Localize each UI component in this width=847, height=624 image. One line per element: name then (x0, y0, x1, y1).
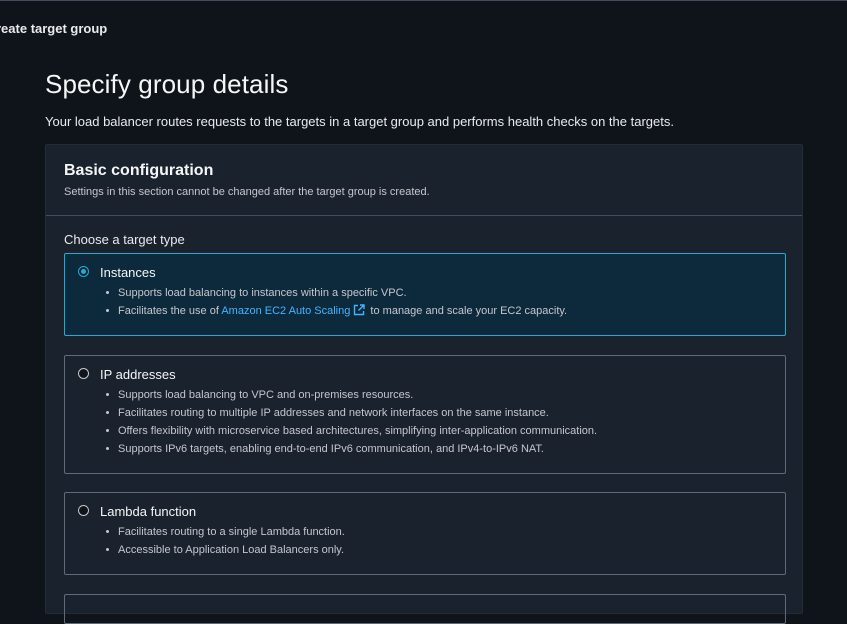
option-bullets-instances: Supports load balancing to instances wit… (100, 286, 567, 322)
breadcrumb: reate target group (0, 21, 108, 36)
top-divider (0, 0, 847, 1)
list-item: Supports load balancing to instances wit… (100, 286, 567, 304)
ec2-auto-scaling-link-label: Amazon EC2 Auto Scaling (221, 305, 351, 317)
target-type-option-ip-addresses[interactable]: IP addresses Supports load balancing to … (64, 355, 786, 474)
panel-subtitle: Settings in this section cannot be chang… (64, 186, 430, 198)
list-item: Supports load balancing to VPC and on-pr… (100, 388, 597, 406)
target-type-option-partial[interactable] (64, 594, 786, 624)
panel-header: Basic configuration Settings in this sec… (46, 145, 802, 216)
page-title: Specify group details (45, 69, 289, 99)
list-item: Accessible to Application Load Balancers… (100, 543, 345, 561)
option-title-ip-addresses: IP addresses (100, 367, 176, 382)
bullet-prefix: Facilitates the use of (118, 305, 222, 317)
option-title-instances: Instances (100, 265, 156, 280)
list-item: Offers flexibility with microservice bas… (100, 424, 597, 442)
target-type-option-lambda-function[interactable]: Lambda function Facilitates routing to a… (64, 492, 786, 575)
radio-ip-addresses[interactable] (78, 368, 89, 379)
list-item: Supports IPv6 targets, enabling end-to-e… (100, 442, 597, 460)
list-item: Facilitates the use of Amazon EC2 Auto S… (100, 304, 567, 322)
list-item: Facilitates routing to multiple IP addre… (100, 406, 597, 424)
external-link-icon (353, 304, 366, 320)
panel-title: Basic configuration (64, 162, 214, 179)
radio-lambda-function[interactable] (78, 505, 89, 516)
target-type-label: Choose a target type (64, 232, 185, 247)
option-bullets-lambda-function: Facilitates routing to a single Lambda f… (100, 525, 345, 561)
option-title-lambda-function: Lambda function (100, 504, 197, 519)
target-type-option-instances[interactable]: Instances Supports load balancing to ins… (64, 253, 786, 336)
option-bullets-ip-addresses: Supports load balancing to VPC and on-pr… (100, 388, 597, 460)
bullet-suffix: to manage and scale your EC2 capacity. (367, 305, 568, 317)
page-description: Your load balancer routes requests to th… (45, 114, 674, 129)
basic-configuration-panel: Basic configuration Settings in this sec… (45, 144, 803, 624)
list-item: Facilitates routing to a single Lambda f… (100, 525, 345, 543)
radio-instances[interactable] (78, 266, 89, 277)
ec2-auto-scaling-link[interactable]: Amazon EC2 Auto Scaling (221, 304, 367, 320)
